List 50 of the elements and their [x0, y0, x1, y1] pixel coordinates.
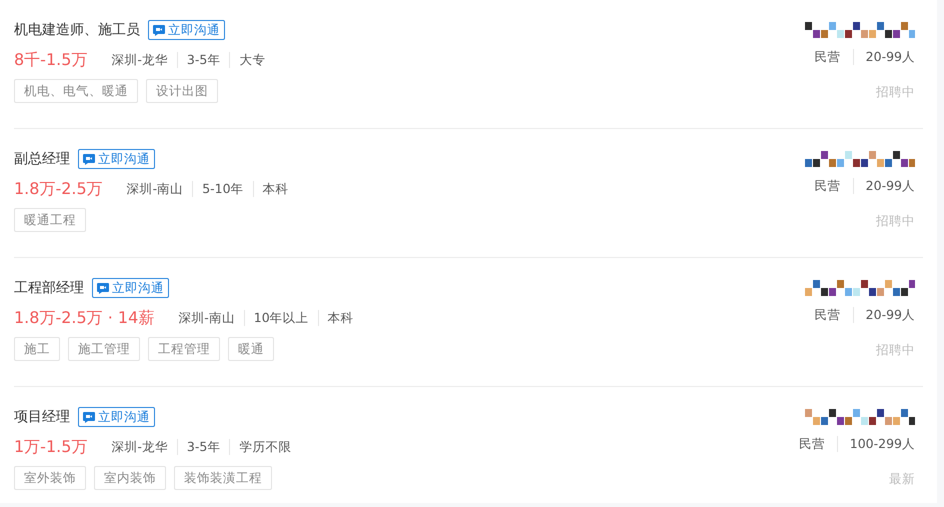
company-info: 民营 — [814, 178, 841, 194]
job-requirement: 深圳-龙华 — [111, 439, 169, 455]
chat-icon — [97, 282, 109, 294]
salary: 1万-1.5万 — [14, 436, 88, 458]
job-requirement: 本科 — [252, 181, 298, 197]
chat-icon — [83, 154, 95, 164]
company-info: 民营 — [814, 49, 841, 65]
job-status: 最新 — [889, 470, 915, 488]
salary: 1.8万-2.5万 — [14, 178, 103, 200]
company-info: 20-99人 — [852, 178, 915, 194]
job-requirement: 3-5年 — [176, 52, 230, 68]
skill-tag: 室外装饰 — [14, 466, 86, 490]
job-status: 招聘中 — [876, 341, 915, 359]
job-title[interactable]: 工程部经理 — [14, 277, 84, 299]
skill-tag: 暖通 — [228, 337, 274, 361]
job-status: 招聘中 — [876, 212, 915, 230]
job-requirement: 大专 — [229, 52, 274, 68]
skill-tag: 暖通工程 — [14, 208, 86, 232]
skill-tag: 工程管理 — [148, 337, 220, 361]
skill-tag: 施工管理 — [68, 337, 140, 361]
chat-icon — [83, 412, 95, 422]
job-requirement: 深圳-龙华 — [111, 52, 169, 68]
salary: 1.8万-2.5万 · 14薪 — [14, 307, 154, 329]
skill-tag: 设计出图 — [146, 79, 218, 103]
chat-button[interactable]: 立即沟通 — [148, 20, 225, 40]
skill-tag: 机电、电气、暖通 — [14, 79, 138, 103]
chat-icon — [153, 24, 165, 36]
company-info: 20-99人 — [852, 307, 915, 323]
job-title[interactable]: 副总经理 — [14, 148, 70, 170]
job-requirement: 3-5年 — [176, 439, 230, 455]
job-title[interactable]: 机电建造师、施工员 — [14, 19, 140, 41]
chat-button[interactable]: 立即沟通 — [92, 278, 169, 298]
company-info: 民营 — [798, 436, 825, 452]
skill-tag: 装饰装潢工程 — [174, 466, 272, 490]
job-title[interactable]: 项目经理 — [14, 406, 70, 428]
job-requirement: 深圳-南山 — [126, 181, 184, 197]
job-requirement: 深圳-南山 — [178, 310, 236, 326]
job-requirement: 5-10年 — [192, 181, 253, 197]
job-requirement: 10年以上 — [244, 310, 318, 326]
job-requirement: 学历不限 — [229, 439, 300, 455]
job-requirement: 本科 — [318, 310, 363, 326]
chat-button[interactable]: 立即沟通 — [78, 149, 155, 169]
chat-button[interactable]: 立即沟通 — [78, 407, 155, 427]
company-info: 民营 — [814, 307, 841, 323]
skill-tag: 室内装饰 — [94, 466, 166, 490]
job-status: 招聘中 — [876, 83, 915, 101]
company-info: 100-299人 — [836, 436, 915, 452]
skill-tag: 施工 — [14, 337, 60, 361]
company-info: 20-99人 — [852, 49, 915, 65]
salary: 8千-1.5万 — [14, 49, 88, 71]
